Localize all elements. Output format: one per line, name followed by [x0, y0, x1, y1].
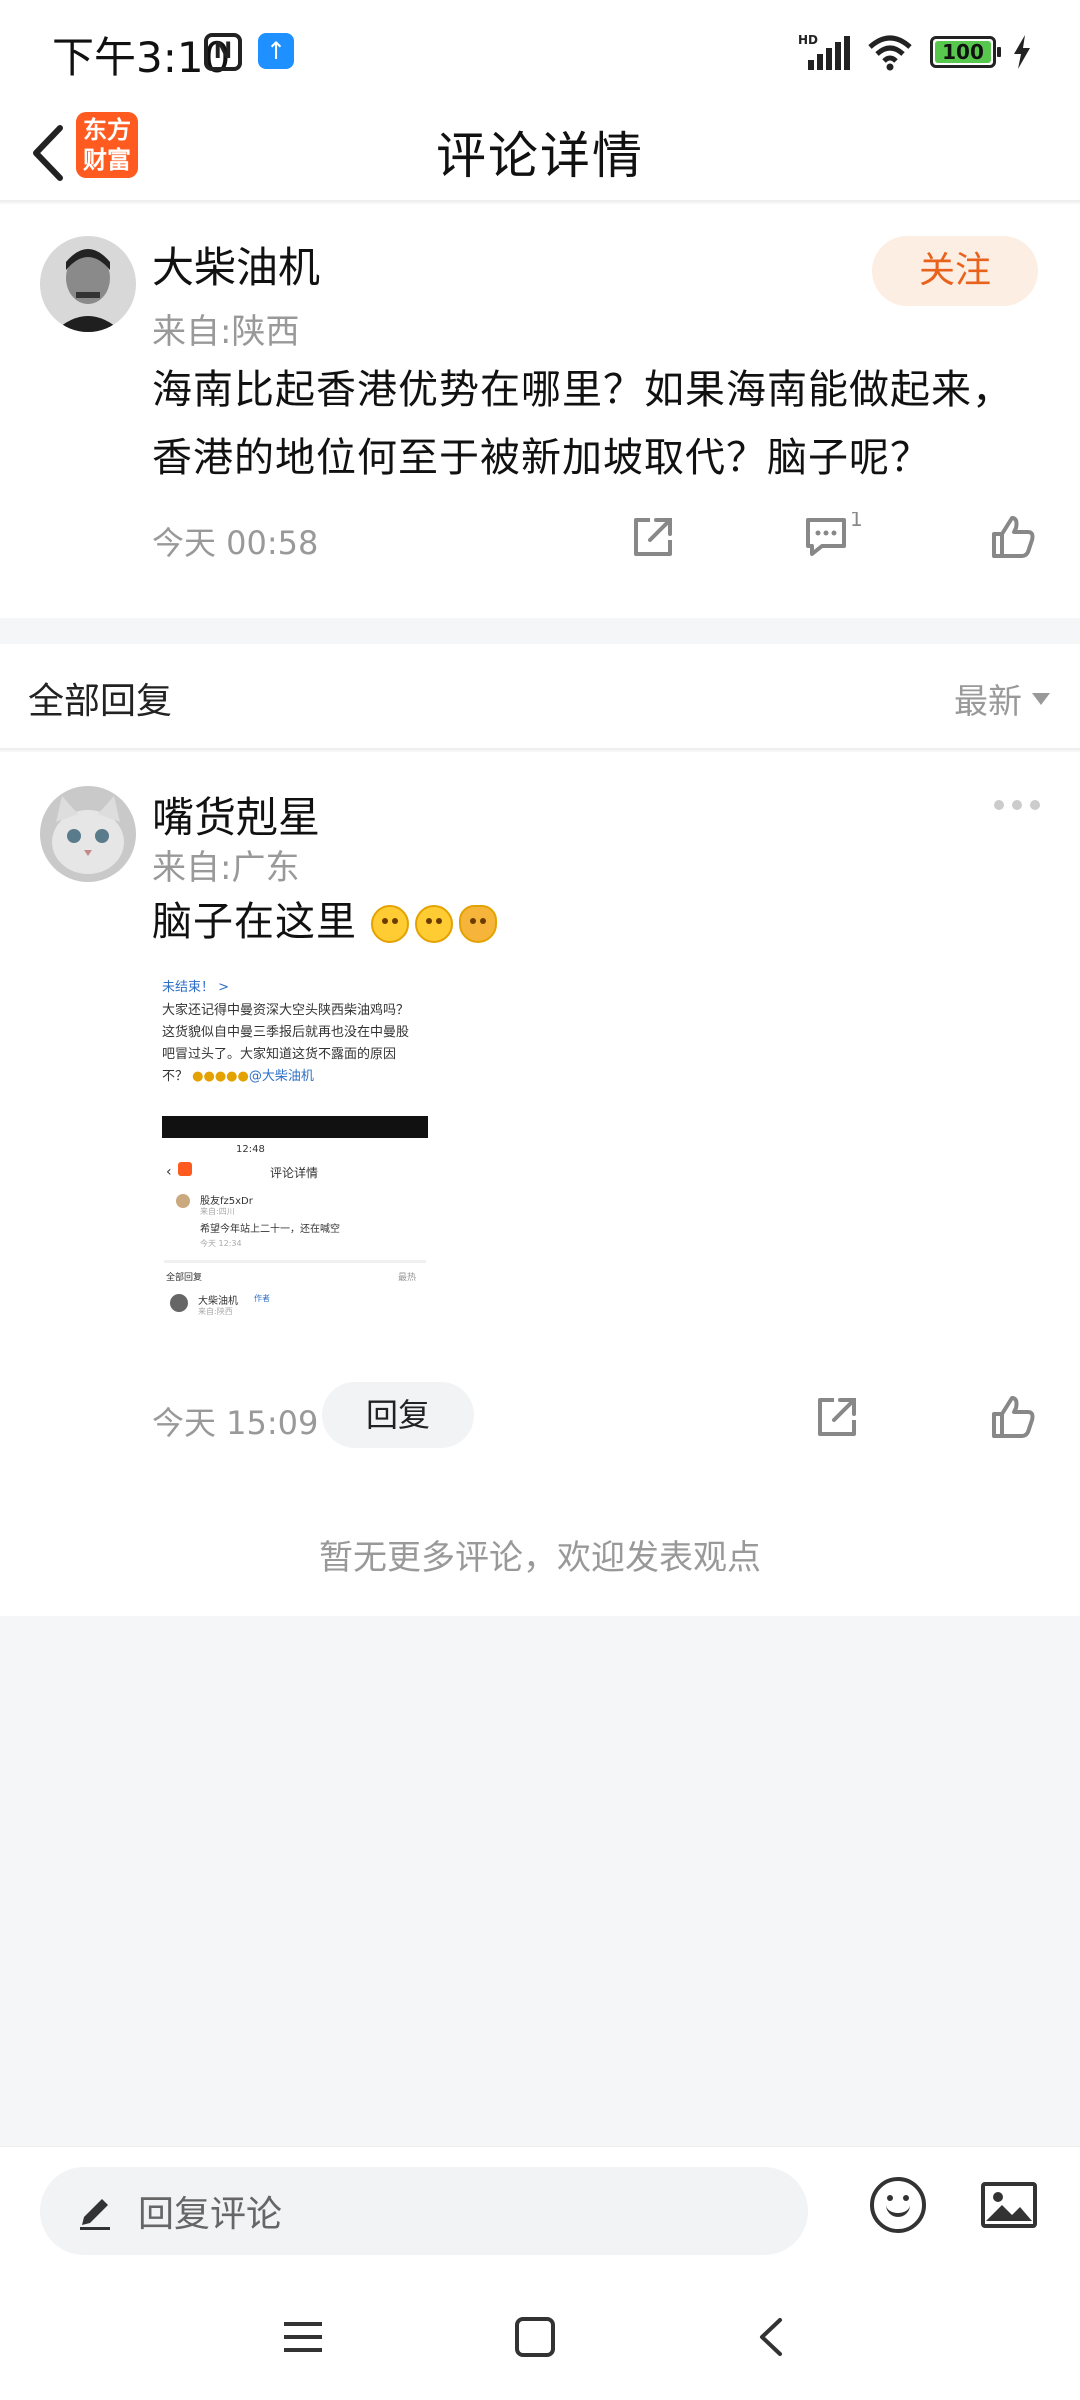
- screenshot-mention: @大柴油机: [248, 1069, 314, 1084]
- sort-label: 最新: [954, 682, 1022, 722]
- grin-emoji-icon: [414, 905, 453, 943]
- system-navigation-bar: [0, 2276, 1080, 2400]
- reply-share-button[interactable]: [812, 1392, 862, 1442]
- cat-avatar-image: [40, 786, 136, 882]
- share-icon: [818, 1398, 856, 1436]
- reply-item: 嘴货剋星 来自:广东 脑子在这里 未结束！ > 大家还记得中曼资深大空头陕西柴油…: [0, 752, 1080, 1616]
- reply-like-button[interactable]: [988, 1392, 1038, 1442]
- thumbs-up-icon: [992, 516, 1035, 558]
- like-button[interactable]: [988, 512, 1038, 562]
- home-square-icon[interactable]: [514, 2316, 556, 2358]
- inner-text: 希望今年站上二十一，还在喊空: [200, 1224, 340, 1235]
- inner-back-icon: ‹: [166, 1164, 172, 1180]
- username[interactable]: 大柴油机: [152, 234, 320, 295]
- screenshot-line: 不？ ●●●●●@大柴油机: [162, 1066, 432, 1088]
- replies-section-header: 全部回复 最新: [0, 644, 1080, 750]
- image-icon: [981, 2182, 1037, 2228]
- signal-icon: HD: [798, 33, 850, 70]
- menu-icon[interactable]: [282, 2316, 324, 2358]
- pencil-icon: [80, 2199, 110, 2230]
- share-button[interactable]: [628, 512, 678, 562]
- dot-icon: [1012, 800, 1022, 810]
- nfc-icon: N: [204, 33, 242, 71]
- inner-sort: 最热: [398, 1273, 417, 1283]
- sort-dropdown[interactable]: 最新: [954, 674, 1050, 723]
- smiley-icon: [886, 2203, 910, 2217]
- comment-button[interactable]: 1: [802, 507, 872, 562]
- mini-emoji-icons: ●●●●●: [192, 1069, 249, 1084]
- wifi-icon: [868, 35, 912, 71]
- reply-avatar[interactable]: [40, 786, 136, 882]
- inner-title: 评论详情: [270, 1166, 319, 1180]
- screenshot-link: 未结束！ >: [162, 980, 230, 995]
- reply-button[interactable]: 回复: [322, 1382, 474, 1448]
- dot-icon: [1030, 800, 1040, 810]
- inner-avatar: [176, 1194, 190, 1208]
- network-type-label: HD: [798, 33, 818, 47]
- reply-location: 来自:广东: [152, 848, 300, 888]
- charging-icon: [1014, 35, 1030, 69]
- inner-reply-user: 大柴油机: [198, 1296, 238, 1307]
- inner-reply-avatar: [170, 1294, 188, 1312]
- screenshot-line: 这货貌似自中曼三季报后就再也没在中曼股: [162, 1025, 410, 1040]
- inner-logo: [178, 1162, 192, 1176]
- reply-timestamp: 今天 15:09: [152, 1404, 319, 1442]
- reply-input-bar: 回复评论: [0, 2146, 1080, 2276]
- header: 东方 财富 评论详情: [0, 104, 1080, 202]
- image-upload-button[interactable]: [980, 2181, 1038, 2229]
- inner-timestamp: 今天 12:34: [200, 1239, 242, 1248]
- status-bar: 下午3:10 N ↑ HD 100: [0, 0, 1080, 104]
- screenshot-inner-phone: 12:48 ‹ 评论详情 股友fz5xDr 来自:四川 希望今年站上二十一，还在…: [162, 1138, 428, 1370]
- page-title: 评论详情: [436, 127, 644, 185]
- inner-time: 12:48: [236, 1144, 265, 1155]
- avatar-image: [40, 236, 136, 332]
- comment-count: 1: [850, 512, 863, 531]
- share-icon: [634, 518, 672, 556]
- screenshot-line: 吧冒过头了。大家知道这货不露面的原因: [162, 1047, 397, 1062]
- inner-location: 来自:四川: [200, 1207, 235, 1216]
- inner-divider: [164, 1260, 426, 1263]
- main-comment: 大柴油机 来自:陕西 关注 海南比起香港优势在哪里？如果海南能做起来， 香港的地…: [0, 204, 1080, 618]
- reply-text-body: 脑子在这里: [152, 899, 357, 945]
- screenshot-line: 大家还记得中曼资深大空头陕西柴油鸡吗？: [162, 1003, 410, 1018]
- screenshot-line-text: 不？: [162, 1069, 189, 1084]
- reply-text: 脑子在这里: [152, 888, 497, 956]
- screenshot-body: 大家还记得中曼资深大空头陕西柴油鸡吗？ 这货貌似自中曼三季报后就再也没在中曼股 …: [162, 1000, 432, 1088]
- follow-button[interactable]: 关注: [872, 236, 1038, 306]
- no-more-comments-note: 暂无更多评论，欢迎发表观点: [319, 1538, 761, 1578]
- shy-smile-emoji-icon: [370, 905, 409, 943]
- cat-emoji-icon: [458, 905, 497, 943]
- reply-username[interactable]: 嘴货剋星: [152, 784, 320, 845]
- avatar[interactable]: [40, 236, 136, 332]
- inner-reply-location: 来自:陕西: [198, 1307, 233, 1316]
- inner-user: 股友fz5xDr: [200, 1196, 253, 1207]
- thumbs-up-icon: [992, 1396, 1035, 1438]
- battery-level: 100: [935, 41, 991, 63]
- inner-author-tag: 作者: [254, 1294, 270, 1303]
- emoji-group: [370, 905, 497, 943]
- status-icons: HD 100: [798, 30, 1032, 74]
- triangle-down-icon: [1032, 692, 1050, 705]
- section-title: 全部回复: [28, 681, 173, 722]
- inner-section: 全部回复: [166, 1273, 203, 1283]
- comment-text: 海南比起香港优势在哪里？如果海南能做起来， 香港的地位何至于被新加坡取代？脑子呢…: [152, 356, 1032, 492]
- upload-arrow-icon: ↑: [258, 33, 294, 69]
- comment-text-line1: 海南比起香港优势在哪里？如果海南能做起来，: [152, 367, 1013, 413]
- reply-comment-input[interactable]: 回复评论: [40, 2167, 808, 2255]
- timestamp: 今天 00:58: [152, 524, 319, 562]
- attached-screenshot[interactable]: 未结束！ > 大家还记得中曼资深大空头陕西柴油鸡吗？ 这货貌似自中曼三季报后就再…: [152, 970, 438, 1370]
- comment-text-line2: 香港的地位何至于被新加坡取代？脑子呢？: [152, 435, 931, 481]
- emoji-picker-button[interactable]: [870, 2177, 926, 2233]
- back-chevron-icon[interactable]: [750, 2316, 792, 2358]
- reply-input-placeholder: 回复评论: [138, 2194, 283, 2235]
- more-options-button[interactable]: [994, 800, 1040, 810]
- comment-icon: 1: [806, 507, 863, 556]
- dot-icon: [994, 800, 1004, 810]
- battery-icon: 100: [930, 36, 1001, 68]
- location-label: 来自:陕西: [152, 312, 300, 352]
- screenshot-black-bar: [162, 1116, 428, 1138]
